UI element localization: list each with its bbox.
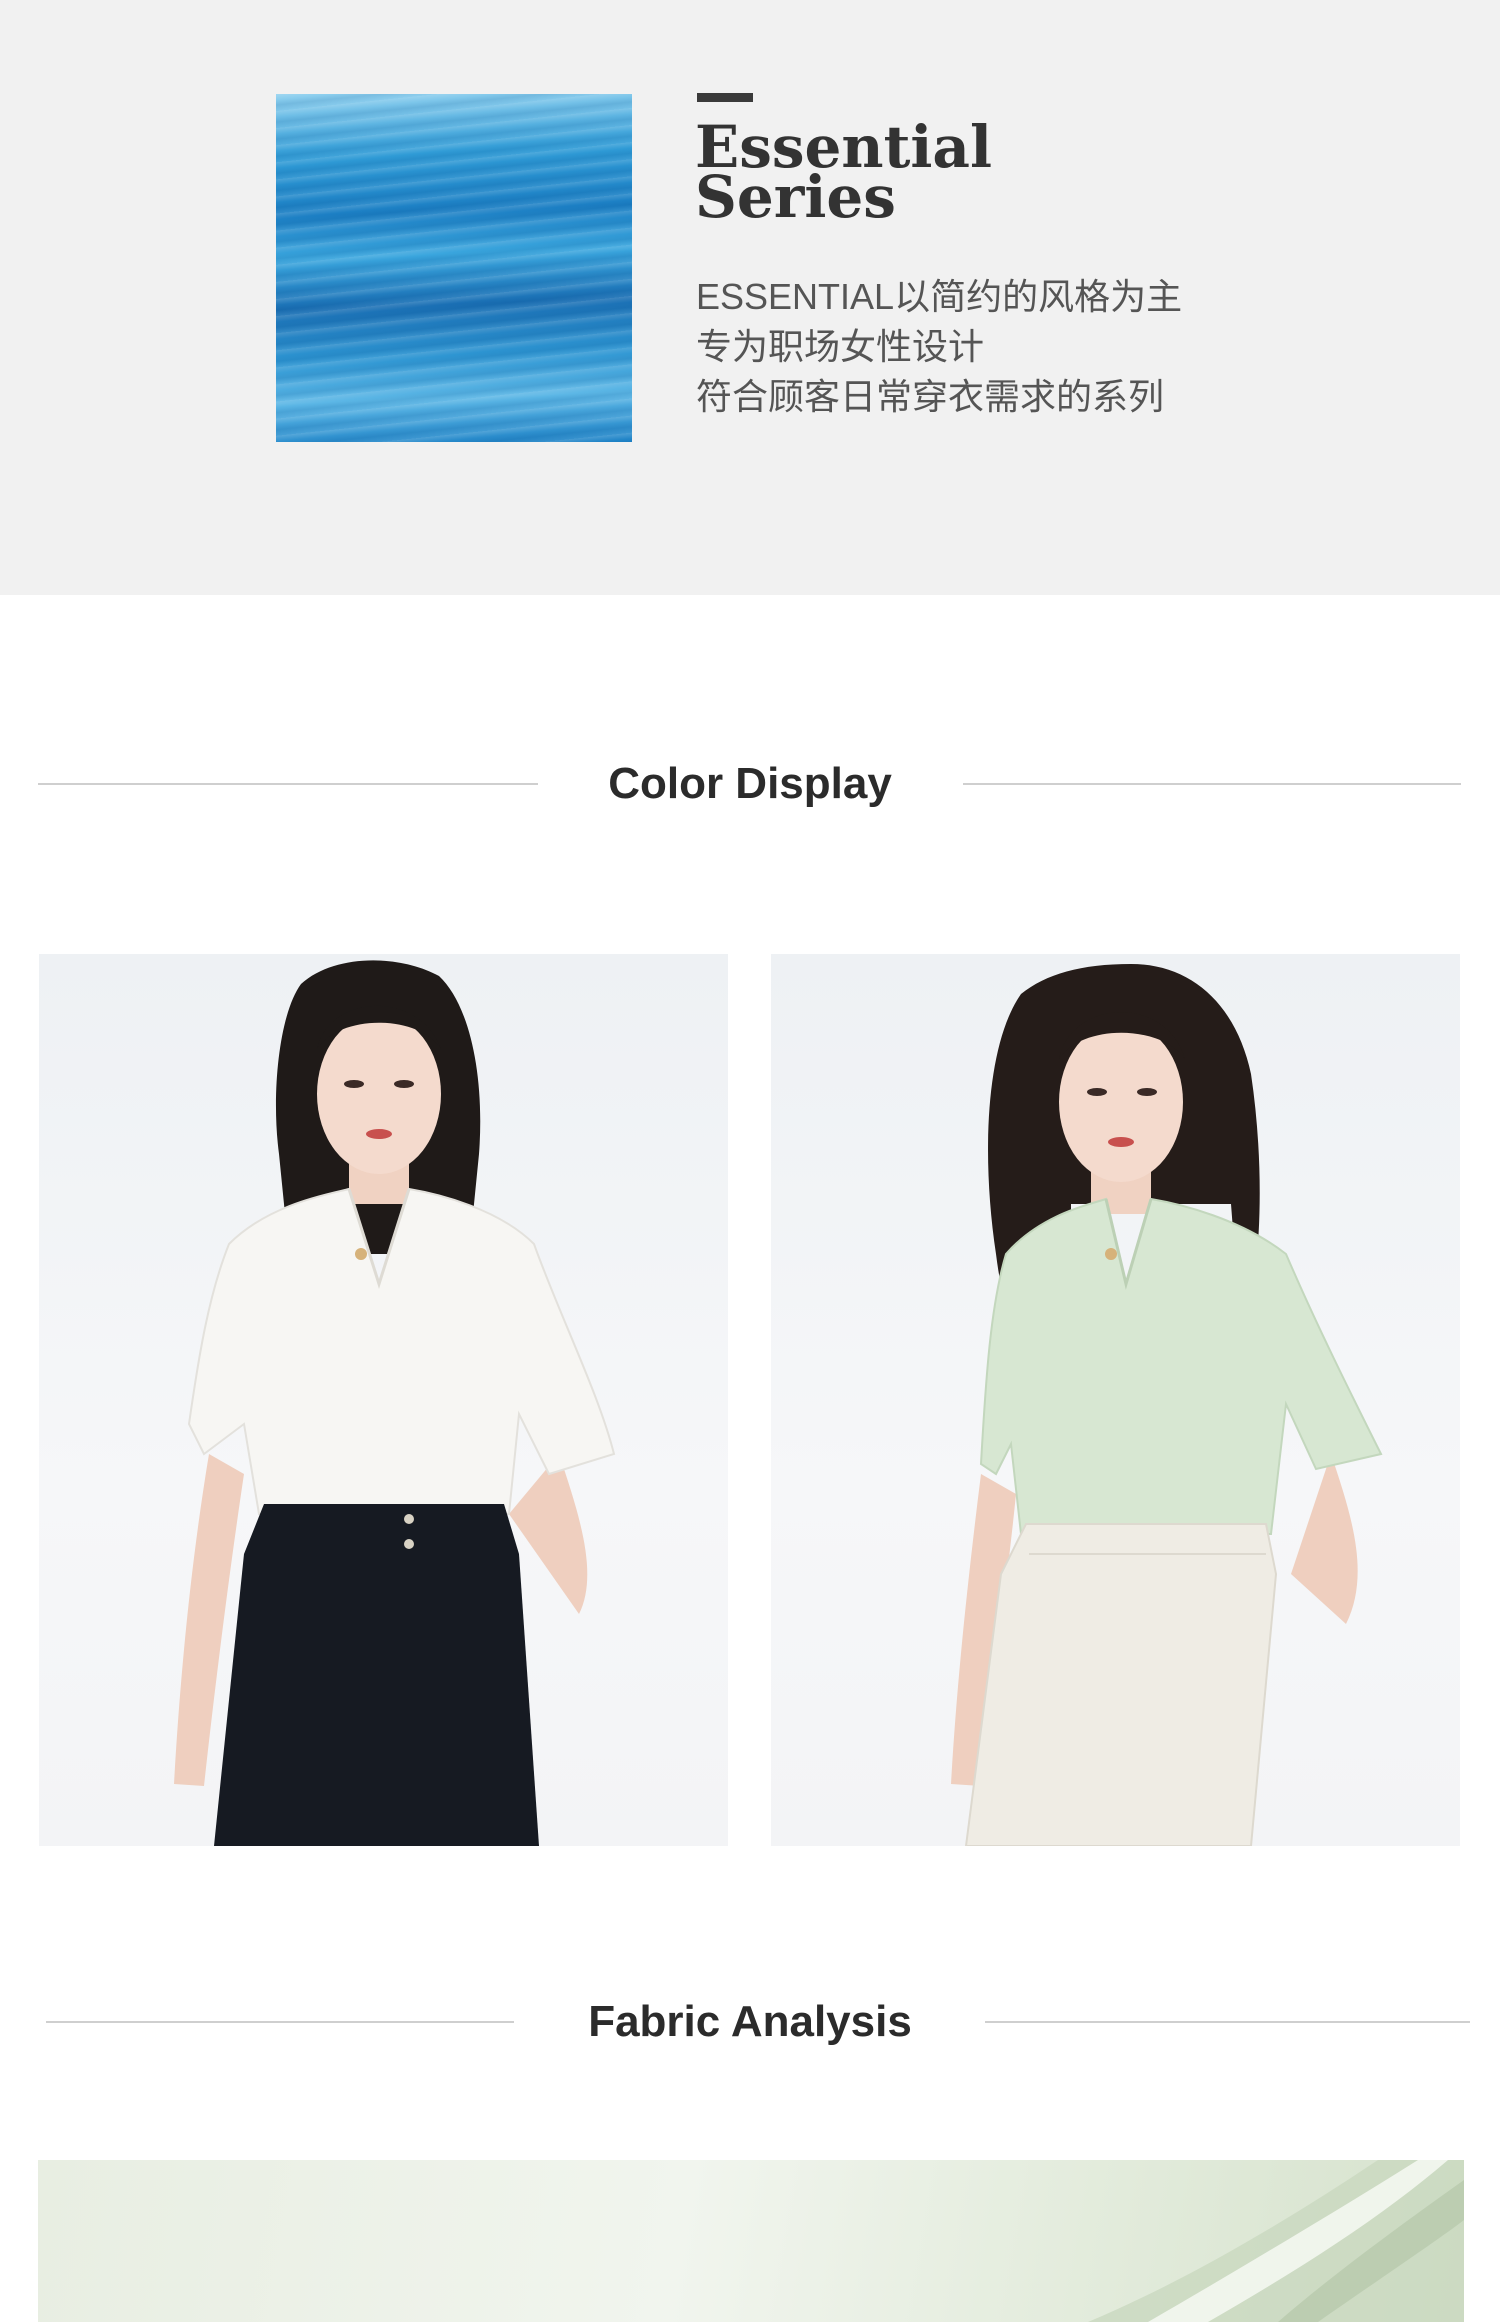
product-detail-page: Essential Series ESSENTIAL以简约的风格为主 专为职场女… <box>0 0 1500 2322</box>
model-illustration <box>951 964 1383 1846</box>
model-illustration <box>174 960 616 1846</box>
product-photo-mint-green[interactable] <box>771 954 1460 1846</box>
fabric-fold-illustration <box>1088 2160 1464 2322</box>
product-photo-white[interactable] <box>39 954 728 1846</box>
blue-texture-swatch <box>276 94 632 442</box>
section-title: Fabric Analysis <box>588 1997 912 2046</box>
section-title: Color Display <box>608 759 892 808</box>
accent-bar <box>697 93 753 102</box>
series-description-line: 符合顾客日常穿衣需求的系列 <box>696 376 1165 417</box>
series-description-line: ESSENTIAL以简约的风格为主 <box>696 276 1183 317</box>
series-title: Essential Series <box>695 118 992 226</box>
color-display-heading: Color Display <box>0 754 1500 814</box>
series-description: ESSENTIAL以简约的风格为主 专为职场女性设计 符合顾客日常穿衣需求的系列 <box>696 272 1182 422</box>
fabric-closeup-image <box>38 2160 1464 2322</box>
series-banner: Essential Series ESSENTIAL以简约的风格为主 专为职场女… <box>0 0 1500 595</box>
fabric-analysis-heading: Fabric Analysis <box>0 1992 1500 2052</box>
series-description-line: 专为职场女性设计 <box>696 326 985 367</box>
